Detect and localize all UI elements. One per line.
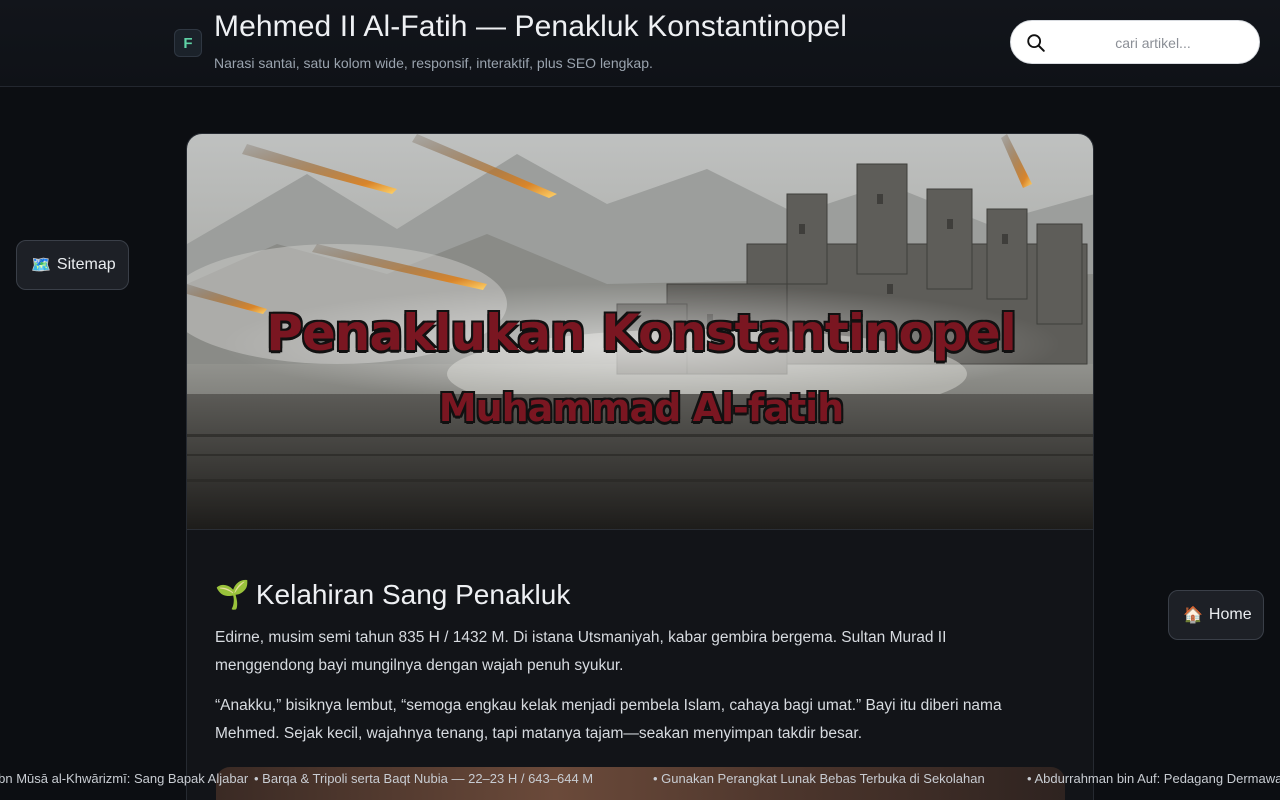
site-logo[interactable]: F [174, 29, 202, 57]
sitemap-button[interactable]: 🗺️ Sitemap [16, 240, 129, 290]
site-tagline: Narasi santai, satu kolom wide, responsi… [214, 55, 653, 71]
site-header: F Mehmed II Al-Fatih — Penakluk Konstant… [0, 0, 1280, 87]
map-icon: 🗺️ [31, 257, 51, 274]
hero-subtitle: Muhammad Al-fatih [438, 386, 844, 430]
search-icon[interactable] [1025, 32, 1047, 54]
ticker-item[interactable]: Muḥammad ibn Mūsā al-Khwārizmī: Sang Bap… [0, 771, 248, 786]
ticker-item[interactable]: • Gunakan Perangkat Lunak Bebas Terbuka … [653, 771, 985, 786]
hero-title: Penaklukan Konstantinopel [266, 304, 1017, 362]
ticker-item[interactable]: • Barqa & Tripoli serta Baqt Nubia — 22–… [254, 771, 593, 786]
sitemap-label: Sitemap [56, 256, 116, 273]
search-input[interactable] [1055, 27, 1251, 59]
article-paragraph-1: Edirne, musim semi tahun 835 H / 1432 M.… [215, 629, 947, 674]
section-heading: 🌱 Kelahiran Sang Penakluk [215, 578, 570, 611]
ticker-item[interactable]: • Abdurrahman bin Auf: Pedagang Dermawan [1027, 771, 1280, 786]
seedling-icon: 🌱 [215, 579, 250, 610]
home-label: Home [1208, 606, 1252, 623]
home-icon: 🏠 [1183, 607, 1203, 624]
article-card: Penaklukan Konstantinopel Muhammad Al-fa… [186, 133, 1094, 800]
article-paragraph-2: “Anakku,” bisiknya lembut, “semoga engka… [215, 697, 1002, 742]
section-heading-text: Kelahiran Sang Penakluk [255, 579, 571, 610]
hero-image: Penaklukan Konstantinopel Muhammad Al-fa… [187, 134, 1093, 530]
home-button[interactable]: 🏠 Home [1168, 590, 1264, 640]
site-title[interactable]: Mehmed II Al-Fatih — Penakluk Konstantin… [214, 10, 847, 44]
search-box[interactable] [1010, 20, 1260, 64]
news-ticker: Muḥammad ibn Mūsā al-Khwārizmī: Sang Bap… [0, 764, 1280, 792]
